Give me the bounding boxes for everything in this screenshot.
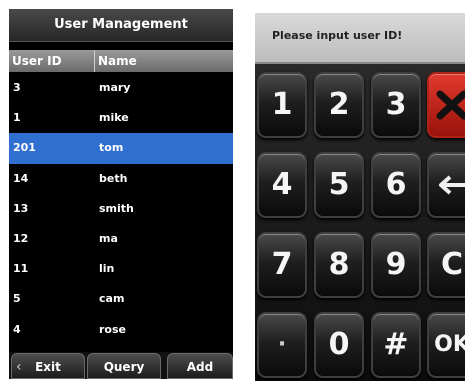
column-header-name[interactable]: Name [98, 50, 137, 72]
table-row[interactable]: 12 ma [9, 224, 233, 254]
column-header-user-id[interactable]: User ID [12, 50, 95, 72]
user-id-cell: 12 [13, 231, 29, 245]
user-id-cell: 5 [13, 292, 21, 306]
exit-button[interactable]: ‹ Exit [11, 353, 85, 379]
prompt-text: Please input user ID! [272, 29, 403, 42]
user-name-cell: beth [99, 171, 128, 185]
page-title: User Management [9, 9, 233, 42]
user-id-cell: 11 [13, 262, 29, 276]
key-0[interactable]: 0 [314, 312, 364, 378]
delete-key[interactable] [427, 72, 465, 138]
user-id-cell: 1 [13, 111, 21, 125]
key-7[interactable]: 7 [257, 232, 307, 298]
table-row[interactable]: 5 cam [9, 284, 233, 314]
key-4[interactable]: 4 [257, 152, 307, 218]
table-row[interactable]: 13 smith [9, 194, 233, 224]
exit-button-label: Exit [35, 360, 61, 374]
table-row[interactable]: 14 beth [9, 164, 233, 194]
user-name-cell: mike [99, 111, 129, 125]
user-name-cell: rose [99, 322, 126, 336]
query-button[interactable]: Query [87, 353, 161, 379]
user-name-cell: lin [99, 262, 115, 276]
user-id-cell: 201 [13, 141, 36, 155]
key-2[interactable]: 2 [314, 72, 364, 138]
key-dot[interactable]: · [257, 312, 307, 378]
table-row[interactable]: 4 rose [9, 315, 233, 345]
table-row[interactable]: 11 lin [9, 254, 233, 284]
user-name-cell: cam [99, 292, 125, 306]
bottom-toolbar: ‹ Exit Query Add [9, 352, 233, 379]
key-hash[interactable]: # [371, 312, 421, 378]
user-name-cell: ma [99, 231, 118, 245]
key-6[interactable]: 6 [371, 152, 421, 218]
key-1[interactable]: 1 [257, 72, 307, 138]
ok-key[interactable]: OK [427, 312, 465, 378]
key-5[interactable]: 5 [314, 152, 364, 218]
key-3[interactable]: 3 [371, 72, 421, 138]
chevron-left-icon: ‹ [16, 359, 22, 375]
user-management-panel: User Management User ID Name 3 mary 1 mi… [9, 9, 233, 379]
backspace-arrow-icon [439, 175, 465, 195]
user-id-cell: 3 [13, 81, 21, 94]
user-id-cell: 13 [13, 201, 29, 215]
input-prompt: Please input user ID! [255, 13, 465, 64]
key-9[interactable]: 9 [371, 232, 421, 298]
user-name-cell: mary [99, 81, 131, 94]
key-8[interactable]: 8 [314, 232, 364, 298]
table-row[interactable]: 1 mike [9, 103, 233, 133]
table-row-selected[interactable]: 201 tom [9, 133, 233, 164]
numeric-keypad: 1 2 3 4 5 6 7 8 9 C · 0 # OK [255, 64, 465, 381]
user-list: 3 mary 1 mike 201 tom 14 beth 13 smith 1… [9, 73, 233, 345]
clear-key[interactable]: C [427, 232, 465, 298]
keypad-panel: Please input user ID! 1 2 3 4 5 6 7 8 9 … [255, 13, 465, 381]
add-button[interactable]: Add [167, 353, 233, 379]
user-name-cell: smith [99, 201, 134, 215]
table-row[interactable]: 3 mary [9, 73, 233, 103]
backspace-key[interactable] [427, 152, 465, 218]
user-id-cell: 14 [13, 171, 29, 185]
table-header: User ID Name [9, 50, 233, 72]
user-id-cell: 4 [13, 322, 21, 336]
x-icon [436, 90, 465, 120]
user-name-cell: tom [99, 141, 124, 155]
